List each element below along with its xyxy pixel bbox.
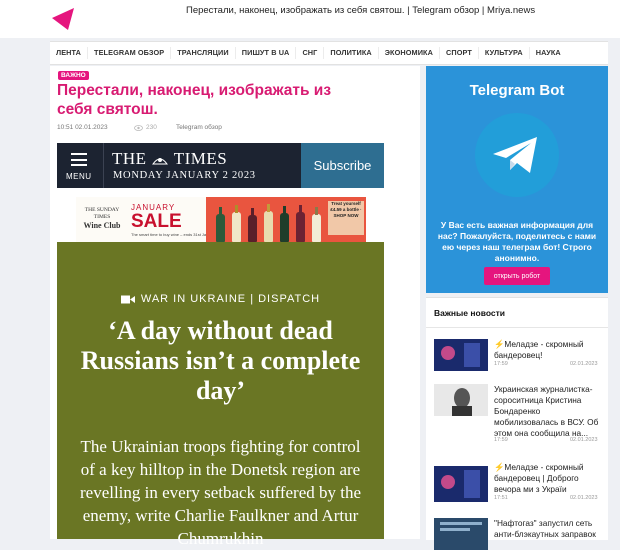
nav-item-ua[interactable]: ПИШУТ В UA — [236, 47, 297, 59]
wine-logo-name: Wine Club — [83, 221, 121, 230]
image-standfirst: The Ukrainian troops fighting for contro… — [79, 437, 362, 548]
window-title: Перестали, наконец, изображать из себя с… — [186, 5, 536, 16]
promo-tag: Treat yourself £4.59 a bottle · SHOP NOW — [328, 201, 364, 235]
masthead-date: MONDAY JANUARY 2 2023 — [113, 170, 256, 181]
news-time: 17:59 — [494, 437, 508, 443]
nav-item-politics[interactable]: ПОЛИТИКА — [324, 47, 379, 59]
nav-item-sport[interactable]: СПОРТ — [440, 47, 479, 59]
news-title: "Нафтогаз" запустил сеть анти-блэкаутных… — [494, 518, 596, 539]
news-date: 02.01.2023 — [570, 437, 598, 443]
nav-item-science[interactable]: НАУКА — [530, 47, 567, 59]
telegram-bot-text: У Вас есть важная информация для нас? По… — [437, 220, 597, 263]
masthead-left: THE — [112, 149, 147, 168]
article: ВАЖНО Перестали, наконец, изображать из … — [50, 66, 420, 548]
news-date: 02.01.2023 — [570, 361, 598, 367]
important-news: Важные новости ⚡Меладзе - скромный банде… — [426, 297, 608, 550]
menu-label: MENU — [66, 172, 92, 181]
main-nav: ЛЕНТА TELEGRAM ОБЗОР ТРАНСЛЯЦИИ ПИШУТ В … — [50, 41, 608, 65]
nav-item-cis[interactable]: СНГ — [296, 47, 325, 59]
article-views: 230 — [134, 124, 157, 131]
news-header: Важные новости — [434, 308, 506, 318]
masthead-right: TIMES — [173, 149, 228, 168]
news-title: ⚡Меладзе - скромный бандеровец! — [494, 339, 584, 360]
wine-club-logo: THE SUNDAY TIMES Wine Club — [80, 207, 124, 231]
news-item[interactable]: Украинская журналистка-сороситница Крист… — [434, 384, 604, 444]
news-item[interactable]: "Нафтогаз" запустил сеть анти-блэкаутных… — [434, 518, 604, 550]
news-time: 17:59 — [494, 361, 508, 367]
important-badge: ВАЖНО — [58, 71, 89, 80]
article-title: Перестали, наконец, изображать из себя с… — [57, 82, 332, 118]
image-headline: ‘A day without dead Russians isn’t a com… — [80, 316, 361, 405]
news-item[interactable]: ⚡Меладзе - скромный бандеровец | Доброго… — [434, 462, 604, 502]
divider — [426, 327, 608, 328]
crest-icon — [152, 158, 169, 165]
eye-icon — [134, 124, 143, 131]
nav-item-lenta[interactable]: ЛЕНТА — [50, 47, 89, 59]
divider — [103, 143, 104, 188]
hamburger-menu-icon[interactable] — [71, 153, 87, 170]
nav-item-telegram-review[interactable]: TELEGRAM ОБЗОР — [88, 47, 172, 59]
open-bot-button[interactable]: открыть робот — [484, 267, 550, 285]
news-thumbnail — [434, 466, 488, 502]
news-date: 02.01.2023 — [570, 495, 598, 501]
article-image: WAR IN UKRAINE | DISPATCH ‘A day without… — [57, 242, 384, 548]
news-thumbnail — [434, 384, 488, 416]
article-time: 10:51 02.01.2023 — [57, 124, 108, 131]
nav-item-economy[interactable]: ЭКОНОМИКА — [379, 47, 440, 59]
wine-logo-top: THE SUNDAY TIMES — [84, 207, 120, 220]
telegram-bot-widget: Telegram Bot У Вас есть важная информаци… — [426, 66, 608, 293]
sale-small: The smart time to buy wine – ends 31st J… — [131, 232, 217, 237]
news-item[interactable]: ⚡Меладзе - скромный бандеровец! 17:59 02… — [434, 339, 604, 371]
times-header: MENU THE TIMES MONDAY JANUARY 2 2023 Sub… — [57, 143, 384, 188]
telegram-bot-title: Telegram Bot — [469, 82, 565, 99]
telegram-logo-icon — [475, 113, 559, 197]
news-thumbnail — [434, 518, 488, 550]
sale-label: SALE — [131, 211, 182, 232]
sale-text: JANUARY SALE The smart time to buy wine … — [131, 203, 216, 237]
subscribe-button[interactable]: Subscribe — [301, 143, 384, 188]
article-category[interactable]: Telegram обзор — [176, 124, 222, 131]
nav-item-culture[interactable]: КУЛЬТУРА — [479, 47, 530, 59]
news-thumbnail — [434, 339, 488, 371]
news-title: Украинская журналистка-сороситница Крист… — [494, 384, 599, 438]
nav-item-broadcasts[interactable]: ТРАНСЛЯЦИИ — [171, 47, 236, 59]
site-logo[interactable] — [50, 0, 76, 30]
wine-bottles-image: Treat yourself £4.59 a bottle · SHOP NOW — [206, 197, 366, 242]
news-title: ⚡Меладзе - скромный бандеровец | Доброго… — [494, 462, 584, 494]
times-masthead: THE TIMES — [112, 149, 227, 169]
views-count: 230 — [146, 124, 157, 131]
image-kicker: WAR IN UKRAINE | DISPATCH — [57, 293, 384, 305]
kicker-text: WAR IN UKRAINE | DISPATCH — [140, 293, 321, 305]
wine-club-ad[interactable]: THE SUNDAY TIMES Wine Club JANUARY SALE … — [76, 197, 366, 242]
news-time: 17:51 — [494, 495, 508, 501]
site-header: Перестали, наконец, изображать из себя с… — [0, 0, 620, 38]
video-camera-icon — [120, 295, 135, 303]
